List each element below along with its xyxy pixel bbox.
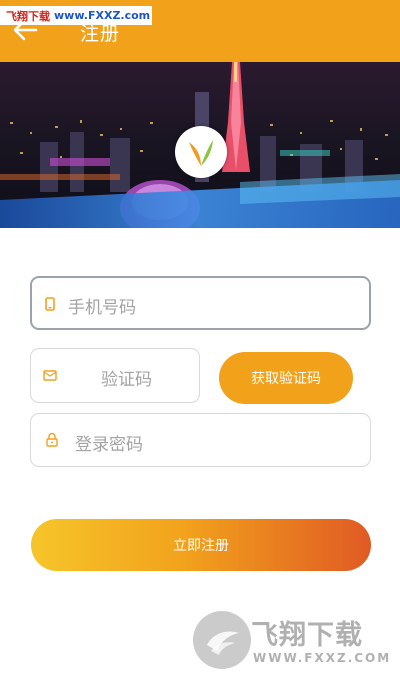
code-placeholder: 验证码 (101, 370, 152, 390)
watermark-bottom: 飞翔下载 WWW.FXXZ.COM (193, 611, 389, 673)
v-logo-icon (189, 140, 213, 166)
lock-icon (46, 432, 58, 447)
phone-placeholder: 手机号码 (68, 298, 136, 318)
banner-image (0, 62, 400, 228)
watermark-top-url: www.FXXZ.com (54, 9, 151, 22)
get-code-button[interactable]: 获取验证码 (219, 352, 353, 404)
watermark-bottom-url: WWW.FXXZ.COM (253, 651, 392, 665)
watermark-bottom-cn: 飞翔下载 (251, 620, 363, 651)
register-button[interactable]: 立即注册 (31, 519, 371, 571)
verification-code-input[interactable]: 验证码 (30, 348, 200, 403)
envelope-icon (43, 370, 57, 381)
watermark-top-cn: 飞翔下载 (6, 9, 50, 23)
phone-input[interactable]: 手机号码 (30, 276, 371, 330)
watermark-logo-icon (193, 611, 251, 669)
password-input[interactable]: 登录密码 (30, 413, 371, 467)
app-logo (175, 126, 227, 178)
password-placeholder: 登录密码 (75, 435, 143, 455)
phone-icon (45, 297, 55, 311)
watermark-top: 飞翔下载 www.FXXZ.com (0, 6, 152, 25)
register-page: 注册 飞翔下载 www.FXXZ.com 手机号码 验证码 获取验证码 登录密码… (0, 0, 400, 685)
